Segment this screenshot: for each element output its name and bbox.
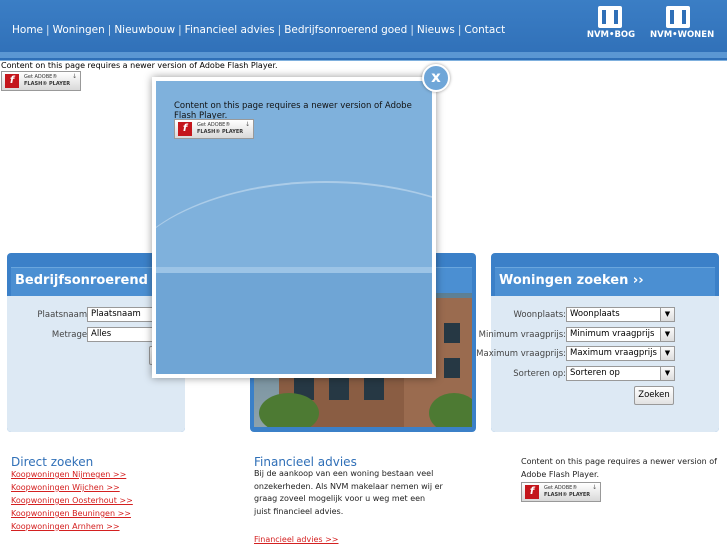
chevron-down-icon: ▼	[660, 347, 674, 360]
nav-separator: |	[46, 24, 50, 36]
nav-underline	[0, 52, 727, 58]
download-arrow-icon: ↓	[591, 484, 597, 491]
modal-lower-area	[156, 273, 432, 374]
modal-flash-message: Content on this page requires a newer ve…	[174, 101, 412, 121]
financieel-line: juist financieel advies.	[254, 506, 344, 516]
nav-contact[interactable]: Contact	[464, 24, 505, 36]
min-price-select[interactable]: Minimum vraagprijs ▼	[566, 327, 675, 342]
nvm-wonen-logo[interactable]: NVM•WONEN	[650, 6, 715, 40]
nvm-house-icon	[666, 6, 690, 28]
zoeken-button[interactable]: Zoeken	[634, 386, 674, 405]
chevron-down-icon: ▼	[660, 308, 674, 321]
get-flash-line2: FLASH® PLAYER	[197, 129, 244, 135]
woningen-panel-title: Woningen zoeken ››	[499, 273, 644, 288]
link-koopwoningen-nijmegen[interactable]: Koopwoningen Nijmegen >>	[11, 470, 126, 479]
nav-nieuwbouw[interactable]: Nieuwbouw	[114, 24, 175, 36]
max-price-label: Maximum vraagprijs:	[476, 349, 566, 359]
get-flash-line1: Get ADOBE®	[24, 74, 58, 80]
sort-label: Sorteren op:	[513, 369, 566, 379]
nav-financieel-advies[interactable]: Financieel advies	[185, 24, 275, 36]
woonplaats-label: Woonplaats:	[513, 310, 567, 320]
link-financieel-advies[interactable]: Financieel advies >>	[254, 535, 339, 544]
main-nav: Home | Woningen | Nieuwbouw | Financieel advie…	[12, 24, 505, 36]
link-koopwoningen-beuningen[interactable]: Koopwoningen Beuningen >>	[11, 509, 131, 518]
flash-logo-icon: f	[178, 122, 192, 136]
chevron-down-icon: ▼	[660, 367, 674, 380]
nvm-house-icon	[598, 6, 622, 28]
nav-separator: |	[107, 24, 112, 36]
flash-notice-top: Content on this page requires a newer ve…	[1, 61, 278, 70]
nav-woningen[interactable]: Woningen	[53, 24, 105, 36]
flash-notice-line: Content on this page requires a newer ve…	[521, 457, 717, 466]
get-flash-button-top[interactable]: f Get ADOBE® FLASH® PLAYER ↓	[1, 71, 81, 91]
get-flash-line2: FLASH® PLAYER	[544, 492, 591, 498]
link-koopwoningen-wijchen[interactable]: Koopwoningen Wijchen >>	[11, 483, 120, 492]
financieel-advies-title: Financieel advies	[254, 455, 357, 469]
nav-separator: |	[178, 24, 182, 36]
nav-home[interactable]: Home	[12, 24, 43, 36]
close-icon[interactable]: x	[422, 64, 450, 92]
woningen-panel-header: Woningen zoeken ››	[495, 267, 715, 296]
min-price-label: Minimum vraagprijs:	[478, 330, 566, 340]
flash-logo-icon: f	[5, 74, 19, 88]
chevron-down-icon: ▼	[660, 328, 674, 341]
link-koopwoningen-arnhem[interactable]: Koopwoningen Arnhem >>	[11, 522, 120, 531]
flash-notice-line: Adobe Flash Player.	[521, 469, 600, 479]
woningen-panel-body: Woonplaats: Woonplaats ▼ Minimum vraagpri…	[476, 296, 719, 432]
download-arrow-icon: ↓	[244, 121, 250, 128]
nav-nieuws[interactable]: Nieuws	[417, 24, 455, 36]
get-flash-line2: FLASH® PLAYER	[24, 81, 71, 87]
financieel-line: Bij de aankoop van een woning bestaan ve…	[254, 469, 434, 478]
nav-separator: |	[457, 24, 462, 36]
nav-separator: |	[277, 24, 282, 36]
flash-notice-right: Content on this page requires a newer ve…	[521, 456, 717, 481]
nav-separator: |	[410, 24, 414, 36]
financieel-advies-text: Bij de aankoop van een woning bestaan ve…	[254, 468, 443, 518]
plaatsnaam-label: Plaatsnaam:	[37, 310, 90, 320]
get-flash-button-right[interactable]: f Get ADOBE® FLASH® PLAYER ↓	[521, 482, 601, 502]
download-arrow-icon: ↓	[71, 73, 77, 80]
flash-modal: Content on this page requires a newer ve…	[152, 77, 436, 378]
top-navigation-bar: Home | Woningen | Nieuwbouw | Financieel advie…	[0, 0, 727, 61]
nvm-wonen-logo-text: NVM•WONEN	[650, 30, 715, 40]
flash-logo-icon: f	[525, 485, 539, 499]
sort-select[interactable]: Sorteren op ▼	[566, 366, 675, 381]
financieel-line: onzekerheden. Als NVM makelaar nemen wij…	[254, 481, 443, 491]
metrage-label: Metrage:	[51, 330, 90, 340]
max-price-select[interactable]: Maximum vraagprijs ▼	[566, 346, 675, 361]
get-flash-line1: Get ADOBE®	[544, 485, 578, 491]
link-koopwoningen-oosterhout[interactable]: Koopwoningen Oosterhout >>	[11, 496, 133, 505]
woonplaats-select[interactable]: Woonplaats ▼	[566, 307, 675, 322]
get-flash-line1: Get ADOBE®	[197, 122, 231, 128]
nvm-bog-logo-text: NVM•BOG	[586, 30, 636, 40]
get-flash-button-modal[interactable]: f Get ADOBE® FLASH® PLAYER ↓	[174, 119, 254, 139]
woningen-search-panel: Woningen zoeken ›› Woonplaats: Woonplaat…	[476, 253, 719, 432]
financieel-line: graag zoveel mogelijk voor u weg met een	[254, 494, 426, 503]
direct-zoeken-title: Direct zoeken	[11, 455, 94, 469]
nvm-bog-logo[interactable]: NVM•BOG	[582, 6, 640, 40]
nav-bedrijfsonroerend-goed[interactable]: Bedrijfsonroerend goed	[284, 24, 407, 36]
